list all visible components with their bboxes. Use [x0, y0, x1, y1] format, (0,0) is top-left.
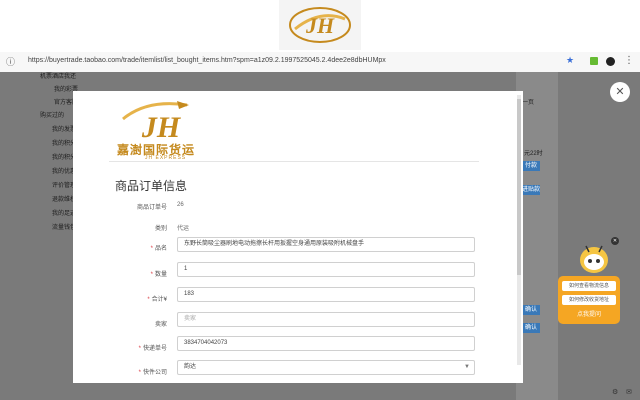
settings-icon[interactable]: ⚙ — [612, 388, 618, 396]
jh-logo-icon: JH — [122, 101, 189, 144]
page-title: 商品订单信息 — [115, 179, 188, 193]
product-name-label: * 品名 — [150, 246, 167, 252]
total-label: * 合计¥ — [147, 297, 167, 303]
url-text: https://buyertrade.taobao.com/trade/item… — [28, 57, 386, 64]
sidebar-link[interactable]: 购买过的 — [40, 110, 64, 119]
url-field[interactable]: https://buyertrade.taobao.com/trade/item… — [20, 55, 588, 69]
banner-logo: JH — [279, 0, 361, 50]
star-icon[interactable]: ★ — [566, 55, 574, 66]
time-label: 元22时 — [524, 151, 543, 157]
sidebar: 机票酒店我还 我的彩票 官方客服 购买过的 我的发票 我的积分 我的积分 我的优… — [0, 72, 78, 400]
scrollbar-thumb[interactable] — [517, 99, 521, 275]
seller-label: 卖家 — [154, 322, 167, 328]
quantity-field[interactable]: 1 — [177, 262, 475, 277]
courier-label: * 快件公司 — [138, 370, 167, 376]
jh-logo-icon: JH — [289, 7, 351, 43]
help-bot-mascot[interactable] — [574, 238, 614, 278]
svg-text:JH: JH — [305, 13, 335, 38]
courier-select[interactable]: 韵达 ▼ — [177, 360, 475, 375]
menu-dots-icon[interactable]: ⋮ — [624, 55, 634, 66]
sidebar-link[interactable]: 机票酒店我还 — [40, 71, 76, 80]
browser-address-bar: ⓘ https://buyertrade.taobao.com/trade/it… — [0, 52, 640, 73]
order-number-label: 商品订单号 — [136, 205, 167, 211]
chevron-down-icon: ▼ — [464, 364, 470, 370]
quantity-label: * 数量 — [150, 272, 167, 278]
order-number-value: 26 — [177, 202, 184, 208]
confirm-button[interactable]: 确认 — [522, 305, 540, 315]
category-label: 类别 — [154, 226, 167, 232]
bee-mascot-icon — [580, 245, 608, 273]
courier-select-value: 韵达 — [184, 364, 197, 370]
modal-scrollbar[interactable] — [517, 95, 521, 365]
help-panel: 如何查看物流信息 如何修改收货地址 点我提问 — [558, 276, 620, 324]
svg-text:JH: JH — [141, 111, 182, 144]
message-icon[interactable]: ✉ — [626, 388, 632, 396]
prev-page-link[interactable]: 一页 — [522, 97, 534, 106]
profile-avatar[interactable] — [606, 57, 615, 66]
pay-button[interactable]: 付款 — [522, 161, 540, 171]
total-field[interactable]: 183 — [177, 287, 475, 302]
help-question-address[interactable]: 如何修改收货地址 — [562, 295, 616, 305]
ask-question-button[interactable]: 点我提问 — [562, 309, 616, 321]
divider — [109, 161, 479, 162]
tracking-number-label: * 快递单号 — [138, 346, 167, 352]
confirm-button[interactable]: 进贴款 — [522, 185, 540, 195]
top-banner: JH — [0, 0, 640, 52]
close-icon[interactable]: ✕ — [610, 82, 630, 102]
help-question-logistics[interactable]: 如何查看物流信息 — [562, 281, 616, 291]
confirm-button[interactable]: 确认 — [522, 323, 540, 333]
tracking-number-field[interactable]: 3834704042073 — [177, 336, 475, 351]
product-name-field[interactable]: 东野长筒吸尘器刷地电动拖擦长杆用扳握空身通用原装吸附机械盘手 — [177, 237, 475, 252]
info-icon[interactable]: ⓘ — [6, 57, 15, 67]
order-info-modal: JH 嘉澍国际货运 JH EXPRESS 商品订单信息 商品订单号 26 类别 … — [73, 91, 523, 383]
seller-field[interactable]: 卖家 — [177, 312, 475, 327]
extension-icon[interactable] — [590, 57, 598, 65]
close-icon[interactable]: ✕ — [611, 237, 619, 245]
category-value: 代运 — [177, 226, 190, 232]
